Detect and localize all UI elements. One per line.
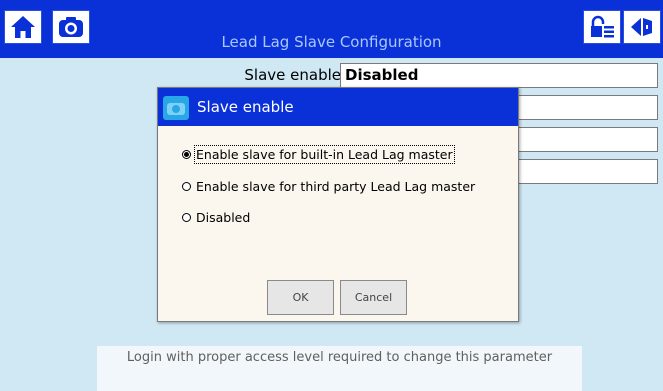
page-title: Lead Lag Slave Configuration [221,33,442,51]
option-label: Enable slave for built-in Lead Lag maste… [194,144,455,164]
radio-unselected-icon[interactable] [182,212,191,222]
slave-enable-field[interactable]: Disabled [340,63,658,88]
option-label: Enable slave for third party Lead Lag ma… [196,178,476,194]
slave-enable-dialog: Slave enable Enable slave for built-in L… [157,87,519,322]
radio-unselected-icon[interactable] [182,181,191,191]
option-label: Disabled [196,209,251,225]
dialog-title-bar: Slave enable [158,88,518,126]
radio-selected-icon[interactable] [182,149,191,159]
option-built-in-master[interactable]: Enable slave for built-in Lead Lag maste… [182,144,455,164]
top-bar: Lead Lag Slave Configuration [0,0,663,58]
ok-button[interactable]: OK [267,280,334,315]
access-notice: Login with proper access level required … [97,346,582,391]
slave-enable-label: Slave enable [244,66,341,84]
option-disabled[interactable]: Disabled [182,208,250,226]
app-icon [163,96,189,120]
dialog-title: Slave enable [197,98,294,116]
option-third-party-master[interactable]: Enable slave for third party Lead Lag ma… [182,177,475,195]
cancel-button[interactable]: Cancel [340,280,407,315]
slave-enable-value: Disabled [345,66,419,84]
